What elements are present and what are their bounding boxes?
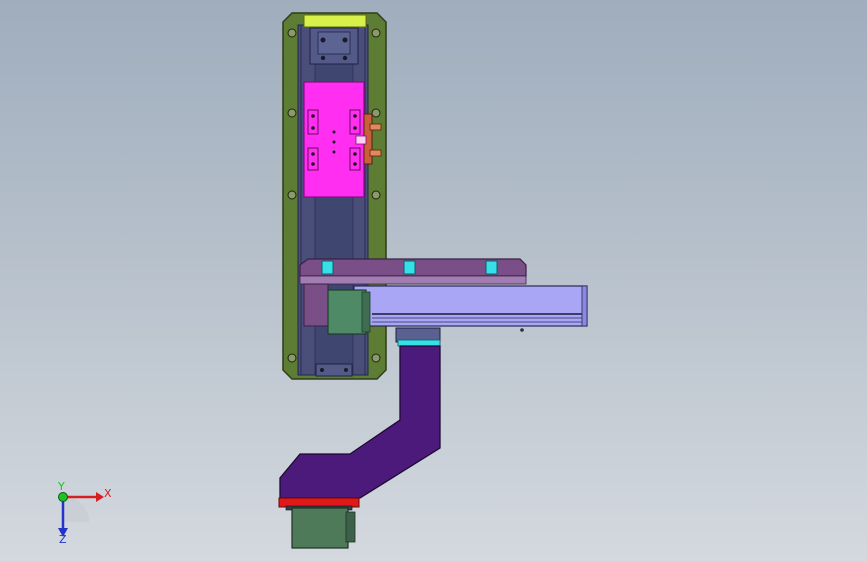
screw-icon [332, 130, 336, 134]
screw-icon [353, 126, 357, 130]
carriage-plate[interactable] [303, 81, 365, 198]
top-block-face [317, 31, 351, 55]
cross-axis-end [581, 285, 588, 327]
screw-icon [311, 126, 315, 130]
motor-flange [361, 291, 371, 333]
screw-icon [311, 114, 315, 118]
screw-icon [353, 114, 357, 118]
arm-connector [397, 339, 441, 347]
screw-icon [320, 368, 324, 372]
screw-icon [311, 152, 315, 156]
y-axis-label: Y [57, 480, 65, 493]
screw-icon [332, 150, 336, 154]
coordinate-triad: X Y Z [57, 480, 112, 546]
y-axis-dot-icon [58, 492, 68, 502]
screw-icon [342, 55, 348, 61]
screw-icon [320, 55, 326, 61]
screw-icon [332, 140, 336, 144]
screw-icon [311, 162, 315, 166]
z-axis-label: Z [59, 533, 67, 546]
slot-block[interactable] [403, 260, 416, 275]
cad-model-view[interactable]: X Y Z [0, 0, 867, 562]
screw-icon [320, 37, 326, 43]
end-cap-top[interactable] [303, 14, 367, 28]
screw-icon [520, 328, 524, 332]
gripper-body[interactable] [291, 507, 349, 549]
graphics-viewport[interactable]: X Y Z [0, 0, 867, 562]
horizontal-linear-module[interactable] [299, 258, 588, 335]
cross-axis-motor[interactable] [327, 289, 367, 335]
cross-plate-lip [299, 275, 527, 285]
gripper-flange[interactable] [278, 497, 360, 508]
screw-icon [344, 368, 348, 372]
cross-plate-side [303, 283, 329, 327]
x-axis-label: X [104, 487, 112, 500]
screw-icon [353, 162, 357, 166]
screw-icon [342, 37, 348, 43]
screw-icon [353, 152, 357, 156]
cross-axis-body[interactable] [353, 285, 588, 327]
x-arrowhead-icon [96, 492, 104, 502]
gripper-side [345, 511, 356, 543]
slot-block[interactable] [321, 260, 334, 275]
slot-block[interactable] [485, 260, 498, 275]
